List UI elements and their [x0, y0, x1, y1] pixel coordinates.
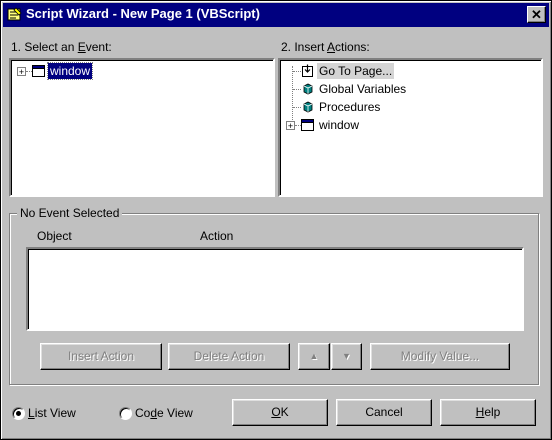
select-event-label-accel: E: [77, 40, 86, 54]
arrow-up-icon: ▲: [309, 351, 319, 361]
window-title: Script Wizard - New Page 1 (VBScript): [26, 6, 260, 21]
cancel-button[interactable]: Cancel: [336, 399, 432, 426]
tree-node-label: Global Variables: [319, 82, 407, 96]
list-view-radio[interactable]: [12, 407, 25, 420]
insert-actions-label: 2. Insert Actions:: [281, 40, 370, 54]
ok-rest: K: [280, 405, 289, 419]
insert-actions-label-suffix: ctions:: [335, 40, 370, 54]
column-header-object: Object: [37, 229, 72, 243]
code-view-prefix: Co: [135, 406, 151, 420]
insert-actions-label-prefix: 2. Insert: [281, 40, 328, 54]
arrow-down-icon: ▼: [342, 351, 351, 361]
actions-list[interactable]: [26, 247, 524, 331]
move-down-button[interactable]: ▼: [331, 343, 362, 370]
expand-icon[interactable]: +: [17, 67, 26, 77]
event-tree[interactable]: + window: [9, 58, 275, 197]
insert-actions-label-accel: A: [327, 40, 336, 54]
code-view-label: Code View: [135, 406, 193, 420]
tree-node-label: window: [46, 62, 94, 80]
tree-node-window[interactable]: + window: [14, 62, 134, 81]
tree-connector: [293, 71, 301, 72]
help-rest: elp: [484, 405, 501, 419]
code-view-radio[interactable]: [119, 407, 132, 420]
list-view-rest: ist View: [34, 406, 76, 420]
cube-icon: [303, 83, 313, 95]
title-bar[interactable]: Script Wizard - New Page 1 (VBScript) ✕: [3, 3, 549, 27]
tree-connector: [293, 89, 301, 90]
close-icon: ✕: [531, 7, 542, 22]
move-up-button[interactable]: ▲: [298, 343, 330, 370]
list-view-accel: L: [28, 406, 35, 420]
tree-node-global-variables[interactable]: Global Variables: [283, 81, 483, 99]
tree-node-label: Go To Page...: [317, 63, 395, 79]
close-button[interactable]: ✕: [527, 6, 546, 23]
actions-tree[interactable]: Go To Page... Global Variables Procedure…: [278, 58, 543, 197]
radio-selected-dot: [16, 411, 21, 416]
list-view-option[interactable]: List View: [12, 406, 112, 422]
code-view-option[interactable]: Code View: [119, 406, 219, 422]
goto-page-icon: [302, 64, 313, 77]
window-icon: [301, 119, 314, 131]
select-event-label-prefix: 1. Select an: [11, 40, 78, 54]
tree-connector: [293, 107, 301, 108]
select-event-label-suffix: vent:: [85, 40, 112, 54]
tree-node-window[interactable]: + window: [283, 117, 483, 135]
select-event-label: 1. Select an Event:: [11, 40, 112, 54]
group-title: No Event Selected: [17, 206, 123, 220]
tree-node-label: window: [319, 118, 360, 132]
script-wizard-icon: [7, 7, 22, 21]
tree-node-goto-page[interactable]: Go To Page...: [283, 63, 483, 81]
delete-action-button[interactable]: Delete Action: [168, 343, 290, 370]
code-view-rest: e View: [157, 406, 193, 420]
window-icon: [32, 65, 45, 77]
ok-accel: O: [271, 405, 281, 419]
help-button[interactable]: Help: [440, 399, 536, 426]
tree-node-label: Procedures: [319, 100, 381, 114]
column-header-action: Action: [200, 229, 234, 243]
modify-value-button[interactable]: Modify Value...: [370, 343, 510, 370]
tree-node-procedures[interactable]: Procedures: [283, 99, 483, 117]
ok-button[interactable]: OK: [232, 399, 328, 426]
insert-action-button[interactable]: Insert Action: [40, 343, 162, 370]
list-view-label: List View: [28, 406, 76, 420]
expand-icon[interactable]: +: [286, 121, 295, 131]
cube-icon: [303, 101, 313, 113]
